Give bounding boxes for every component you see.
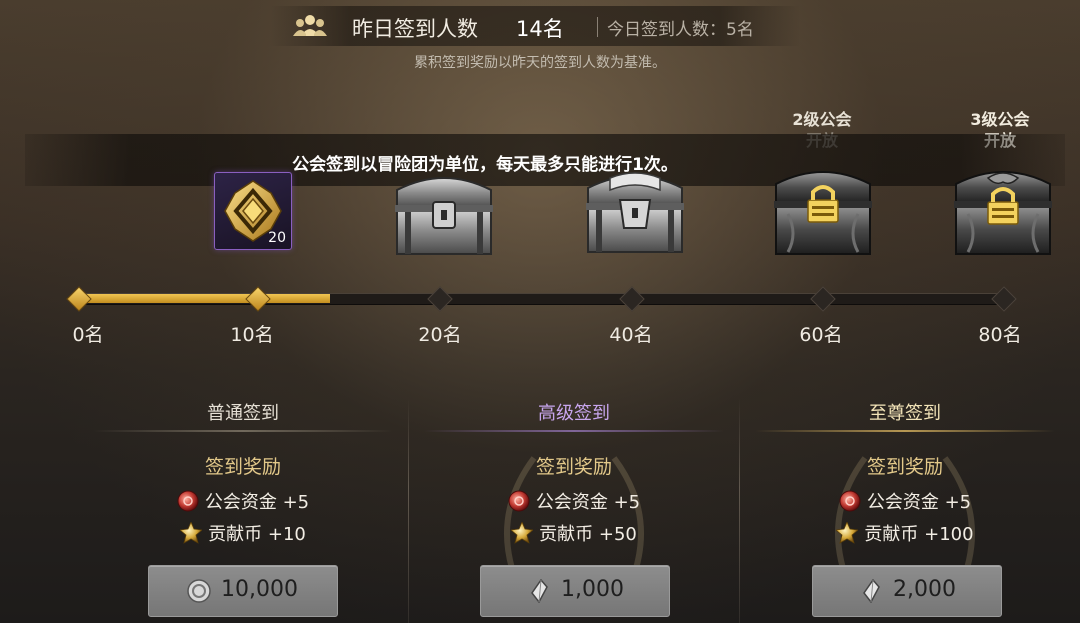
track-node-10 (245, 286, 271, 312)
price-value: 1,000 (561, 577, 624, 602)
reward-text: 贡献币 +50 (539, 524, 637, 545)
advanced-signin-button[interactable]: 1,000 (480, 565, 670, 617)
reward-header: 签到奖励 (866, 456, 943, 478)
guild-fund-icon (839, 490, 861, 512)
tick-label: 60名 (799, 324, 843, 346)
yesterday-signin-count: 14名 (516, 17, 564, 41)
track-node-20 (427, 286, 453, 312)
title-underline (93, 430, 393, 432)
progress-track-fill (78, 294, 330, 303)
reward-text: 贡献币 +10 (208, 524, 306, 545)
panel-title: 普通签到 (207, 403, 279, 424)
reward-header: 签到奖励 (204, 456, 281, 478)
reward-contribution-coin: 贡献币 +50 (409, 520, 739, 546)
crystal-icon (863, 579, 880, 603)
silver-coin-icon (187, 579, 211, 603)
title-underline (424, 430, 724, 432)
locked-chest-icon[interactable] (948, 164, 1058, 264)
reward-text: 公会资金 +5 (535, 492, 641, 513)
silver-chest-icon[interactable] (389, 168, 499, 268)
tick-label: 10名 (230, 324, 274, 346)
milestone-reward-10[interactable]: 20 (214, 172, 292, 250)
today-signin-count: 今日签到人数：5名 (607, 20, 754, 40)
contribution-coin-icon (836, 522, 859, 544)
tick-label: 0名 (72, 324, 104, 346)
people-icon (293, 15, 327, 36)
panel-title: 高级签到 (538, 403, 610, 424)
yesterday-signin-label: 昨日签到人数 (352, 17, 478, 41)
locked-chest-icon[interactable] (768, 164, 878, 264)
normal-signin-button[interactable]: 10,000 (148, 565, 338, 617)
price-value: 2,000 (893, 577, 956, 602)
guild-fund-icon (508, 490, 530, 512)
supreme-signin-button[interactable]: 2,000 (812, 565, 1002, 617)
guild-level-3-text: 3级公会 (970, 110, 1030, 129)
badge-quantity: 20 (268, 230, 286, 246)
price-value: 10,000 (221, 577, 298, 602)
reward-contribution-coin: 贡献币 +100 (740, 520, 1070, 546)
header-note: 累积签到奖励以昨天的签到人数为基准。 (414, 55, 666, 71)
reward-text: 贡献币 +100 (864, 524, 974, 545)
guild-fund-icon (177, 490, 199, 512)
tick-label: 20名 (418, 324, 462, 346)
reward-guild-fund: 公会资金 +5 (78, 488, 408, 514)
track-node-80 (991, 286, 1017, 312)
tick-label: 40名 (609, 324, 653, 346)
title-underline (755, 430, 1055, 432)
tick-label: 80名 (978, 324, 1022, 346)
reward-header: 签到奖励 (535, 456, 612, 478)
contribution-coin-icon (180, 522, 203, 544)
track-node-0 (66, 286, 92, 312)
header-divider (597, 17, 598, 37)
silver-chest-icon[interactable] (580, 166, 690, 266)
reward-guild-fund: 公会资金 +5 (740, 488, 1070, 514)
crystal-icon (531, 579, 548, 603)
guild-level-2-text: 2级公会 (792, 110, 852, 129)
track-node-40 (619, 286, 645, 312)
panel-title: 至尊签到 (869, 403, 941, 424)
reward-text: 公会资金 +5 (204, 492, 310, 513)
reward-guild-fund: 公会资金 +5 (409, 488, 739, 514)
contribution-coin-icon (511, 522, 534, 544)
reward-text: 公会资金 +5 (866, 492, 972, 513)
reward-contribution-coin: 贡献币 +10 (78, 520, 408, 546)
track-node-60 (810, 286, 836, 312)
